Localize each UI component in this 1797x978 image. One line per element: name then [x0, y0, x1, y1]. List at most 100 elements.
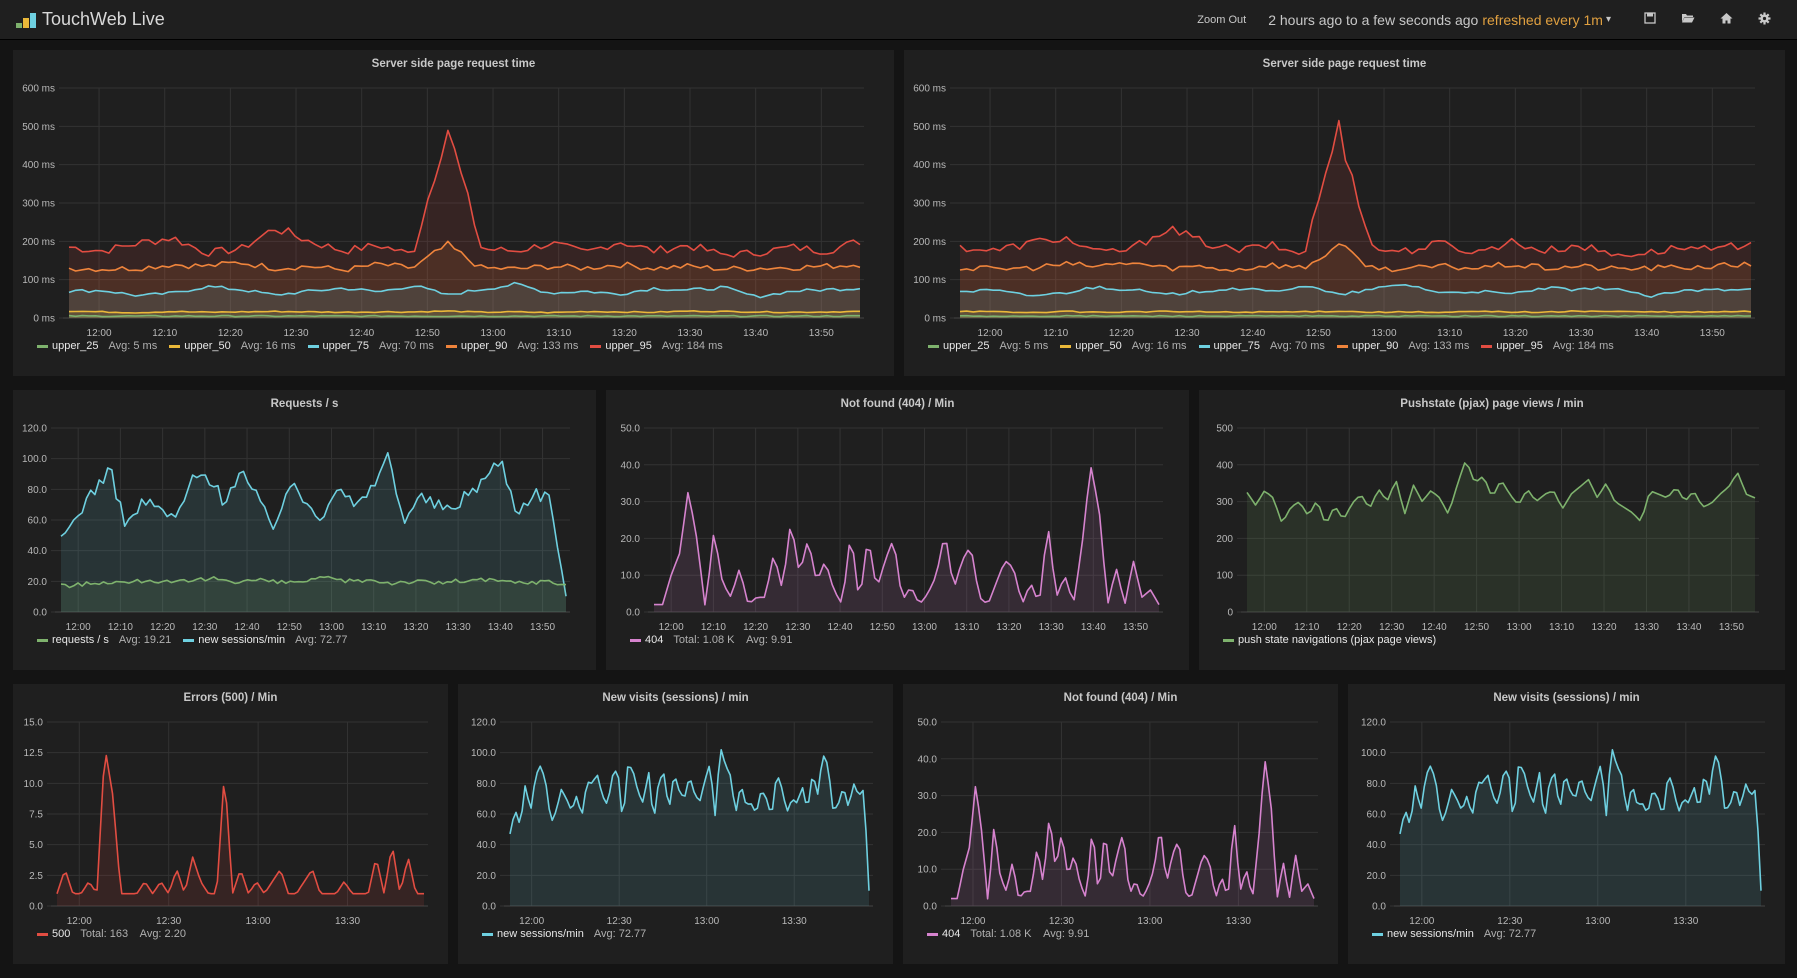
x-tick-label: 12:20	[1337, 622, 1362, 633]
legend-swatch[interactable]	[37, 344, 48, 348]
legend-swatch[interactable]	[630, 638, 641, 642]
legend-swatch[interactable]	[307, 344, 319, 348]
legend-series-name[interactable]: upper_95	[605, 340, 652, 352]
x-tick-label: 13:20	[1503, 328, 1528, 339]
legend-item[interactable]: upper_25 Avg: 5 ms	[37, 340, 157, 352]
graph-canvas[interactable]: 0.0 20.0 40.0 60.0 80.0 100.0 120.0 12:00 12:30 1…	[458, 684, 893, 964]
x-tick-label: 12:20	[218, 328, 243, 339]
legend-item[interactable]: upper_50 Avg: 16 ms	[1060, 340, 1187, 352]
panel-p9: New visits (sessions) / min 0.0 20.0 40.0 60…	[1348, 684, 1785, 964]
home-icon[interactable]	[1707, 12, 1745, 27]
legend-series-name[interactable]: new sessions/min	[1387, 928, 1474, 940]
legend-item[interactable]: upper_75 Avg: 70 ms	[1198, 340, 1325, 352]
legend-series-name[interactable]: upper_90	[1352, 340, 1399, 352]
legend-swatch[interactable]	[1372, 932, 1383, 936]
x-tick-label: 12:30	[785, 622, 810, 633]
y-tick-label: 0 ms	[924, 314, 946, 325]
legend-item[interactable]: upper_95 Avg: 184 ms	[590, 340, 723, 352]
graph-canvas[interactable]: 0.0 2.5 5.0 7.5 10.0 12.5 15.0 12:00 12:30 13:00 1…	[13, 684, 448, 964]
y-tick-label: 80.0	[477, 779, 497, 790]
legend-swatch[interactable]	[482, 932, 493, 936]
legend-stat: Avg: 72.77	[1483, 928, 1537, 940]
legend-swatch[interactable]	[1060, 344, 1072, 348]
x-tick-label: 12:50	[1464, 622, 1489, 633]
legend-item[interactable]: upper_25 Avg: 5 ms	[928, 340, 1048, 352]
x-tick-label: 13:10	[1549, 622, 1574, 633]
legend-item[interactable]: upper_95 Avg: 184 ms	[1481, 340, 1614, 352]
legend-item[interactable]: 500 Total: 163 Avg: 2.20	[37, 928, 186, 940]
panel-p5: Pushstate (pjax) page views / min 0 100 200…	[1199, 390, 1785, 670]
y-tick-label: 40.0	[28, 546, 48, 557]
legend-series-name[interactable]: upper_25	[52, 340, 99, 352]
legend-item[interactable]: new sessions/min Avg: 72.77	[1372, 928, 1536, 940]
legend-series-name[interactable]: 404	[942, 928, 960, 940]
legend-swatch[interactable]	[169, 344, 181, 348]
x-tick-label: 12:00	[67, 916, 92, 927]
legend-swatch[interactable]	[37, 932, 48, 936]
x-tick-label: 13:50	[530, 622, 555, 633]
legend-series-name[interactable]: upper_75	[323, 340, 370, 352]
legend-swatch[interactable]	[1336, 344, 1348, 348]
x-tick-label: 13:00	[1507, 622, 1532, 633]
y-tick-label: 300 ms	[22, 199, 55, 210]
legend-swatch[interactable]	[1223, 638, 1234, 642]
graph-canvas[interactable]: 0.0 10.0 20.0 30.0 40.0 50.0 12:00 12:30 13:00 13…	[903, 684, 1338, 964]
legend-series-name[interactable]: upper_90	[461, 340, 508, 352]
legend-stat: Avg: 133 ms	[1408, 340, 1470, 352]
legend-series-name[interactable]: upper_75	[1214, 340, 1261, 352]
legend-series-name[interactable]: new sessions/min	[198, 634, 285, 646]
gear-icon[interactable]	[1745, 12, 1783, 28]
legend-item[interactable]: upper_90 Avg: 133 ms	[445, 340, 578, 352]
x-tick-label: 13:20	[612, 328, 637, 339]
zoom-out-button[interactable]: Zoom Out	[1197, 14, 1246, 26]
x-tick-label: 12:10	[108, 622, 133, 633]
legend-swatch[interactable]	[590, 344, 602, 348]
legend-item[interactable]: upper_50 Avg: 16 ms	[169, 340, 296, 352]
save-icon[interactable]	[1631, 12, 1669, 27]
x-tick-label: 13:30	[335, 916, 360, 927]
time-range-picker[interactable]: 2 hours ago to a few seconds ago refresh…	[1268, 12, 1631, 28]
legend-item[interactable]: push state navigations (pjax page views)	[1223, 634, 1446, 646]
legend-series-name[interactable]: push state navigations (pjax page views)	[1238, 634, 1436, 646]
graph-canvas[interactable]: 0.0 20.0 40.0 60.0 80.0 100.0 120.0 12:00 12:10 1…	[13, 390, 596, 670]
legend-item[interactable]: requests / s Avg: 19.21	[37, 634, 171, 646]
legend-swatch[interactable]	[928, 344, 939, 348]
open-folder-icon[interactable]	[1669, 12, 1707, 27]
y-tick-label: 300	[1216, 497, 1233, 508]
legend-series-name[interactable]: upper_50	[1075, 340, 1122, 352]
legend-swatch[interactable]	[1481, 344, 1493, 348]
legend-series-name[interactable]: upper_95	[1496, 340, 1543, 352]
legend-item[interactable]: new sessions/min Avg: 72.77	[183, 634, 348, 646]
legend-item[interactable]: 404 Total: 1.08 K Avg: 9.91	[927, 928, 1089, 940]
legend-series-name[interactable]: upper_50	[184, 340, 231, 352]
legend-item[interactable]: new sessions/min Avg: 72.77	[482, 928, 646, 940]
legend-swatch[interactable]	[445, 344, 457, 348]
graph-canvas[interactable]: 0.0 10.0 20.0 30.0 40.0 50.0 12:00 12:10 12:20 12…	[606, 390, 1189, 670]
y-tick-label: 0.0	[29, 902, 43, 913]
refresh-interval-label: refreshed every 1m	[1482, 11, 1603, 28]
graph-canvas[interactable]: 0 ms 100 ms 200 ms 300 ms 400 ms 500 ms 600 ms…	[904, 50, 1785, 376]
x-tick-label: 12:50	[1306, 328, 1331, 339]
graph-canvas[interactable]: 0 ms 100 ms 200 ms 300 ms 400 ms 500 ms 600 ms…	[13, 50, 894, 376]
legend-swatch[interactable]	[37, 638, 48, 642]
x-tick-label: 12:40	[1240, 328, 1265, 339]
x-tick-label: 13:30	[677, 328, 702, 339]
legend-swatch[interactable]	[927, 932, 938, 936]
graph-canvas[interactable]: 0 100 200 300 400 500 12:00 12:10 12:20 12:30 12:4…	[1199, 390, 1785, 670]
x-tick-label: 12:20	[743, 622, 768, 633]
legend-series-name[interactable]: upper_25	[943, 340, 990, 352]
graph-canvas[interactable]: 0.0 20.0 40.0 60.0 80.0 100.0 120.0 12:00 12:30 1…	[1348, 684, 1785, 964]
legend-series-name[interactable]: 404	[645, 634, 663, 646]
legend-series-name[interactable]: 500	[52, 928, 70, 940]
legend-swatch[interactable]	[183, 638, 195, 642]
legend-item[interactable]: upper_90 Avg: 133 ms	[1336, 340, 1470, 352]
x-tick-label: 13:30	[1568, 328, 1593, 339]
legend-item[interactable]: upper_75 Avg: 70 ms	[307, 340, 434, 352]
legend-item[interactable]: 404 Total: 1.08 K Avg: 9.91	[630, 634, 792, 646]
x-tick-label: 13:10	[1437, 328, 1462, 339]
legend-series-name[interactable]: new sessions/min	[497, 928, 584, 940]
panel-p8: Not found (404) / Min 0.0 10.0 20.0 30.0 40.0…	[903, 684, 1338, 964]
legend-series-name[interactable]: requests / s	[52, 634, 109, 646]
legend-swatch[interactable]	[1198, 344, 1210, 348]
dashboard-title[interactable]: TouchWeb Live	[42, 9, 165, 30]
